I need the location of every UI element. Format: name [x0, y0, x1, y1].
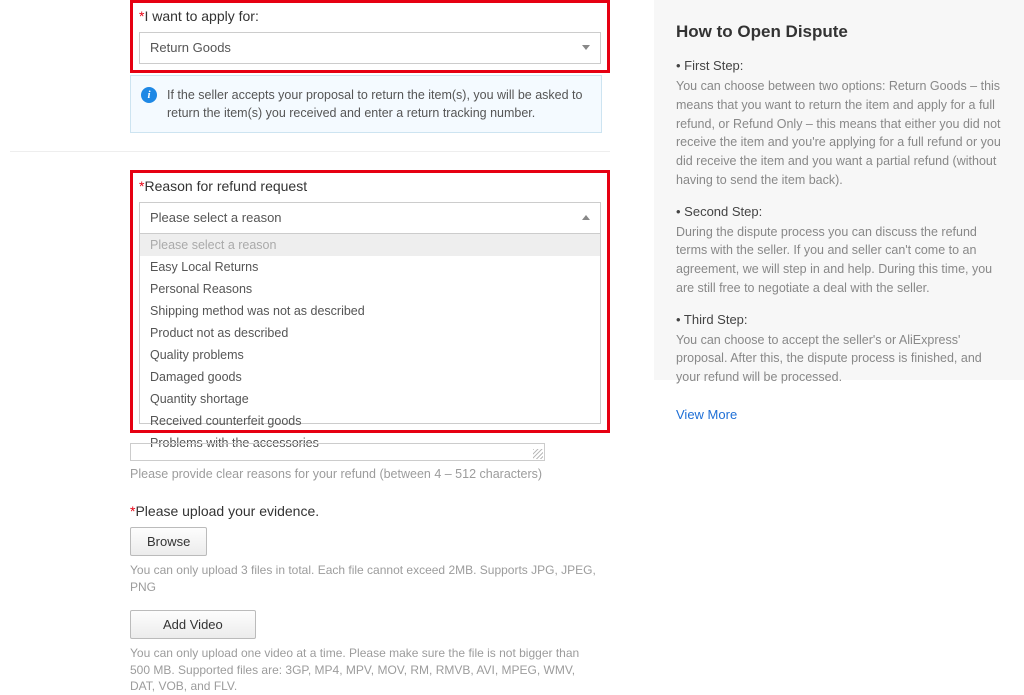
reason-option-placeholder[interactable]: Please select a reason — [140, 234, 600, 256]
view-more-link[interactable]: View More — [676, 407, 737, 422]
reason-option[interactable]: Easy Local Returns — [140, 256, 600, 278]
info-icon: i — [141, 87, 157, 103]
apply-for-highlight: *I want to apply for: Return Goods — [130, 0, 610, 73]
reason-option[interactable]: Personal Reasons — [140, 278, 600, 300]
reason-label: *Reason for refund request — [139, 176, 601, 194]
help-panel: How to Open Dispute • First Step: You ca… — [654, 0, 1024, 380]
reason-selected-value: Please select a reason — [150, 210, 282, 225]
reason-option[interactable]: Product not as described — [140, 322, 600, 344]
reason-select[interactable]: Please select a reason — [139, 202, 601, 234]
help-step-body: You can choose between two options: Retu… — [676, 77, 1004, 190]
reason-highlight: *Reason for refund request Please select… — [130, 170, 610, 433]
resize-handle-icon[interactable] — [533, 449, 543, 459]
help-title: How to Open Dispute — [676, 22, 1004, 42]
divider — [10, 151, 610, 152]
info-notice-text: If the seller accepts your proposal to r… — [167, 88, 582, 120]
apply-for-selected-value: Return Goods — [150, 40, 231, 55]
chevron-down-icon — [582, 45, 590, 50]
browse-hint: You can only upload 3 files in total. Ea… — [130, 562, 600, 596]
reason-option[interactable]: Quality problems — [140, 344, 600, 366]
help-step-title: • Second Step: — [676, 204, 1004, 219]
help-step: • Second Step: During the dispute proces… — [676, 204, 1004, 298]
evidence-label: *Please upload your evidence. — [130, 503, 610, 519]
help-step-body: You can choose to accept the seller's or… — [676, 331, 1004, 387]
help-step: • Third Step: You can choose to accept t… — [676, 312, 1004, 387]
browse-button[interactable]: Browse — [130, 527, 207, 556]
help-step-body: During the dispute process you can discu… — [676, 223, 1004, 298]
help-step-title: • First Step: — [676, 58, 1004, 73]
video-hint: You can only upload one video at a time.… — [130, 645, 600, 695]
reason-option[interactable]: Received counterfeit goods — [140, 410, 600, 432]
chevron-up-icon — [582, 215, 590, 220]
apply-for-label: *I want to apply for: — [139, 6, 601, 24]
refund-reason-hint: Please provide clear reasons for your re… — [130, 467, 610, 481]
apply-for-select[interactable]: Return Goods — [139, 32, 601, 64]
add-video-button[interactable]: Add Video — [130, 610, 256, 639]
info-notice: i If the seller accepts your proposal to… — [130, 75, 602, 133]
help-step: • First Step: You can choose between two… — [676, 58, 1004, 190]
reason-dropdown: Please select a reason Easy Local Return… — [139, 234, 601, 424]
reason-option[interactable]: Quantity shortage — [140, 388, 600, 410]
reason-option[interactable]: Shipping method was not as described — [140, 300, 600, 322]
reason-option[interactable]: Damaged goods — [140, 366, 600, 388]
help-step-title: • Third Step: — [676, 312, 1004, 327]
refund-reason-textarea[interactable] — [130, 443, 545, 461]
